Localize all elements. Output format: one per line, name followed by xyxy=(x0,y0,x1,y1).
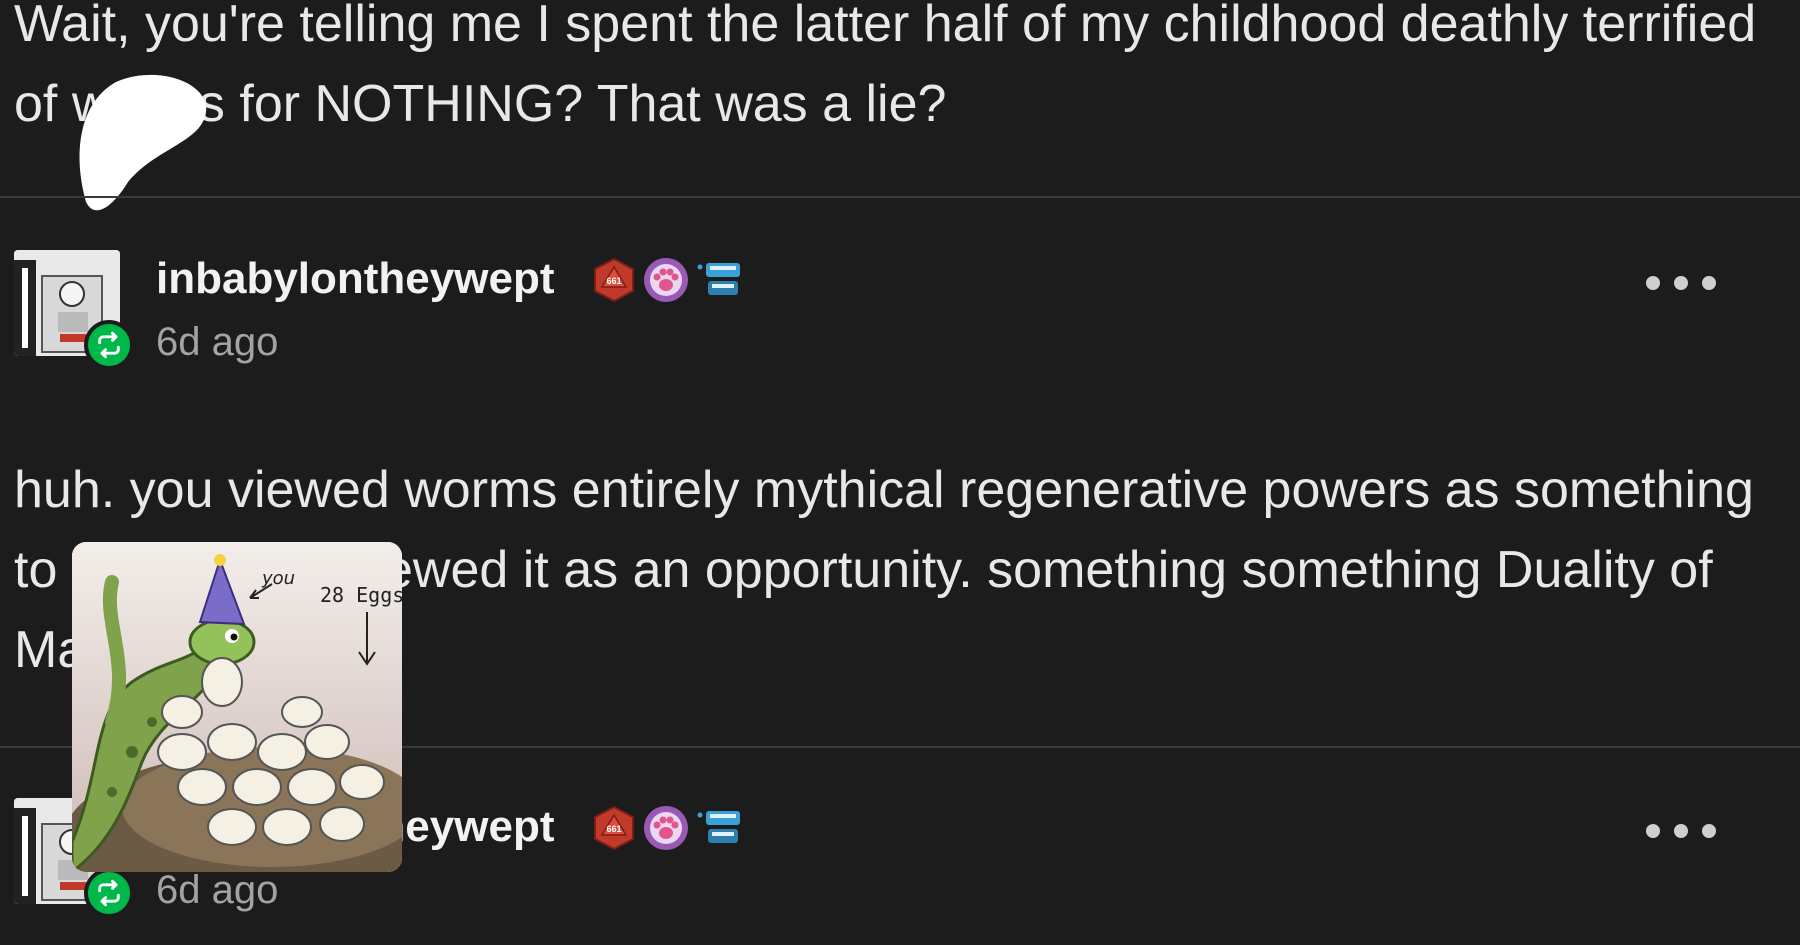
reblog-icon xyxy=(84,320,134,370)
d20-dice-badge[interactable]: 661 xyxy=(592,805,636,851)
post-timestamp[interactable]: 6d ago xyxy=(156,868,278,913)
more-options-button[interactable] xyxy=(1646,268,1716,298)
d20-dice-badge[interactable]: 661 xyxy=(592,257,636,303)
username-link[interactable]: inbabylontheywept xyxy=(156,254,554,304)
more-options-button[interactable] xyxy=(1646,816,1716,846)
post-timestamp[interactable]: 6d ago xyxy=(156,320,278,365)
more-options-icon xyxy=(1702,824,1716,838)
svg-text:661: 661 xyxy=(606,824,621,834)
more-options-icon xyxy=(1646,276,1660,290)
user-badges: 661 xyxy=(592,256,746,304)
teeth-badge[interactable] xyxy=(696,257,746,303)
sticker-label-eggs: 28 Eggs xyxy=(320,583,402,607)
user-badges: 661 xyxy=(592,804,746,852)
paw-badge[interactable] xyxy=(642,804,690,852)
sticker-image: you 28 Eggs xyxy=(72,542,402,872)
paw-badge[interactable] xyxy=(642,256,690,304)
teeth-badge[interactable] xyxy=(696,805,746,851)
sticker-label-you: you xyxy=(261,568,295,589)
more-options-icon xyxy=(1646,824,1660,838)
reblog-header: inbabylontheywept 661 6d ago xyxy=(0,246,1800,386)
more-options-icon xyxy=(1674,276,1688,290)
post-divider xyxy=(0,196,1800,198)
svg-text:661: 661 xyxy=(606,276,621,286)
more-options-icon xyxy=(1674,824,1688,838)
post-intro-text: Wait, you're telling me I spent the latt… xyxy=(14,0,1771,133)
reblog-icon xyxy=(84,868,134,918)
more-options-icon xyxy=(1702,276,1716,290)
